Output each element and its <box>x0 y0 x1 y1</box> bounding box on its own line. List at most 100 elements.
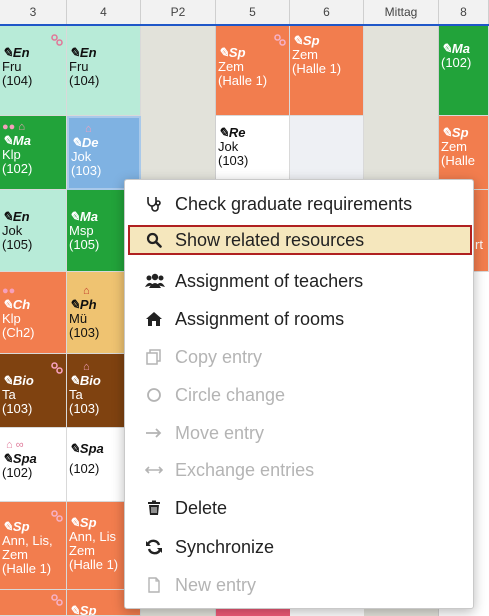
entry-teacher: Jok <box>71 149 92 164</box>
timetable-entry[interactable]: ✎Sp Ann, Lis, Zem (Halle 1) <box>0 502 67 590</box>
copy-icon <box>145 349 163 365</box>
col-header-5: 5 <box>216 0 290 24</box>
search-icon <box>145 232 163 248</box>
link-icon <box>51 34 63 46</box>
menu-item-label: Assignment of rooms <box>175 309 345 329</box>
menu-item-label: Show related resources <box>175 230 365 250</box>
entry-room: rt <box>475 237 483 252</box>
entry-subject: ✎Sp <box>292 33 320 48</box>
timetable-entry[interactable]: ✎Ma (102) <box>439 26 489 116</box>
entry-teacher-2: Zem <box>2 547 28 562</box>
entry-room: (Halle 1) <box>218 73 268 88</box>
menu-item-label: Move entry <box>175 423 265 443</box>
timetable-entry[interactable]: ●● ✎Ch Klp (Ch2) <box>0 272 67 354</box>
entry-room: (104) <box>69 73 100 88</box>
col-header-3: 3 <box>0 0 67 24</box>
menu-item-assignment-of-rooms[interactable]: Assignment of rooms <box>133 304 465 334</box>
menu-item-circle-change[interactable]: Circle change <box>133 380 465 410</box>
menu-item-delete[interactable]: Delete <box>133 493 465 523</box>
timetable-entry[interactable]: ✎En Jok (105) <box>0 190 67 272</box>
link-icon <box>274 34 286 46</box>
menu-item-label: Circle change <box>175 385 286 405</box>
sync-icon <box>145 539 163 555</box>
timetable-entry[interactable]: ✎En Fru (104) <box>0 26 67 116</box>
entry-teacher: Ann, Lis, <box>2 533 53 548</box>
menu-item-move-entry[interactable]: Move entry <box>133 418 465 448</box>
timetable-entry[interactable] <box>0 590 67 616</box>
entry-teacher: Ta <box>2 387 16 402</box>
entry-room: (102) <box>2 161 33 176</box>
col-header-8: 8 <box>439 0 489 24</box>
home-icon: ⌂ <box>85 123 92 135</box>
group-home-icon: ●● ⌂ <box>2 121 25 133</box>
home-icon <box>145 311 163 327</box>
col-header-p2: P2 <box>141 0 216 24</box>
group-icon: ●● <box>2 285 16 297</box>
menu-item-new-entry[interactable]: New entry <box>133 570 465 600</box>
trash-icon <box>145 500 163 516</box>
entry-teacher: Zem <box>441 139 467 154</box>
entry-subject: ✎Bio <box>2 373 34 388</box>
timetable-entry[interactable]: ✎Bio Ta (103) <box>0 354 67 428</box>
circle-icon <box>145 387 163 403</box>
entry-teacher: Jok <box>218 139 239 154</box>
entry-subject: ✎Ma <box>2 133 31 148</box>
entry-room: (103) <box>2 401 33 416</box>
entry-subject: ✎Ma <box>441 41 470 56</box>
col-header-6: 6 <box>290 0 364 24</box>
entry-subject: ✎De <box>71 135 99 150</box>
link-icon <box>51 510 63 522</box>
entry-room: (102) <box>441 55 472 70</box>
context-menu: Check graduate requirements Show related… <box>124 179 474 609</box>
users-icon <box>145 273 165 289</box>
entry-subject: ✎Ch <box>2 297 31 312</box>
entry-room: (103) <box>218 153 249 168</box>
menu-item-exchange-entries[interactable]: Exchange entries <box>133 455 465 485</box>
entry-room: (Halle 1) <box>2 561 52 576</box>
entry-teacher: Zem <box>292 47 318 62</box>
entry-subject: ✎En <box>2 209 30 224</box>
timetable-entry[interactable] <box>216 608 290 616</box>
menu-item-copy-entry[interactable]: Copy entry <box>133 342 465 372</box>
entry-subject: ✎Re <box>218 125 246 140</box>
entry-teacher: Jok <box>2 223 23 238</box>
menu-item-assignment-of-teachers[interactable]: Assignment of teachers <box>133 266 465 296</box>
timetable-entry[interactable]: ●● ⌂ ✎Ma Klp (102) <box>0 116 67 190</box>
link-icon <box>51 594 63 606</box>
menu-item-synchronize[interactable]: Synchronize <box>133 532 465 562</box>
arrow-right-icon <box>145 425 163 441</box>
timetable-entry[interactable]: ✎Sp Zem (Halle 1) <box>216 26 290 116</box>
entry-subject: ✎En <box>2 45 30 60</box>
menu-item-check-graduate-requirements[interactable]: Check graduate requirements <box>133 189 465 219</box>
entry-teacher: Zem <box>218 59 244 74</box>
entry-subject: ✎Spa <box>2 451 37 466</box>
entry-room: (105) <box>2 237 33 252</box>
menu-item-label: Exchange entries <box>175 460 315 480</box>
home-link-icon: ⌂ ∞ <box>6 439 24 451</box>
file-icon <box>145 577 163 593</box>
entry-subject: ✎Sp <box>218 45 246 60</box>
col-header-mittag: Mittag <box>364 0 439 24</box>
timetable-entry[interactable]: ⌂ ∞ ✎Spa (102) <box>0 428 67 502</box>
entry-room: (102) <box>2 465 33 480</box>
entry-room: (103) <box>71 163 102 178</box>
entry-subject: ✎Sp <box>2 519 30 534</box>
menu-item-label: Check graduate requirements <box>175 194 413 214</box>
entry-teacher: Klp <box>2 147 21 162</box>
menu-item-label: Delete <box>175 498 228 518</box>
menu-item-label: Synchronize <box>175 537 275 557</box>
entry-teacher: Klp <box>2 311 21 326</box>
entry-room: (Halle <box>441 153 475 168</box>
entry-subject: ✎Sp <box>441 125 469 140</box>
col-header-4: 4 <box>67 0 141 24</box>
menu-item-show-related-resources[interactable]: Show related resources <box>128 225 472 255</box>
menu-item-label: Copy entry <box>175 347 263 367</box>
timetable-entry[interactable]: ✎Sp Zem (Halle 1) <box>290 26 364 116</box>
arrows-horizontal-icon <box>144 462 164 478</box>
stethoscope-icon <box>145 196 163 212</box>
timetable-entry[interactable]: ✎En Fru (104) <box>67 26 141 116</box>
entry-teacher: Fru <box>69 59 89 74</box>
entry-room: (104) <box>2 73 33 88</box>
entry-subject: ✎En <box>69 45 97 60</box>
entry-room: (Halle 1) <box>292 61 342 76</box>
